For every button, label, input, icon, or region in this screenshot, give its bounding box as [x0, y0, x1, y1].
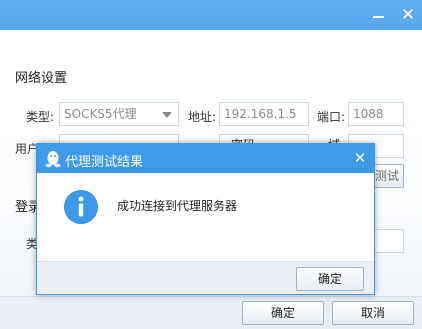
dialog-title: 代理测试结果 — [65, 155, 144, 170]
address-label: 地址: — [188, 110, 217, 124]
ok-button[interactable]: 确定 — [242, 301, 324, 325]
proxy-type-value: SOCKS5代理 — [64, 107, 137, 121]
chevron-down-icon — [162, 112, 172, 118]
proxy-type-label: 类型: — [26, 110, 55, 124]
dialog-titlebar: 代理测试结果 ✕ — [37, 144, 374, 173]
window-footer: 确定 取消 — [0, 296, 422, 329]
qq-penguin-icon — [45, 151, 61, 168]
cancel-button[interactable]: 取消 — [332, 301, 414, 325]
info-icon — [64, 190, 98, 224]
window-titlebar: ✕ — [0, 0, 422, 30]
dialog-close-button[interactable]: ✕ — [351, 149, 369, 167]
network-section-title: 网络设置 — [15, 71, 68, 86]
dialog-message: 成功连接到代理服务器 — [117, 199, 238, 213]
minimize-button[interactable] — [368, 4, 390, 26]
proxy-type-select[interactable]: SOCKS5代理 — [59, 102, 179, 126]
proxy-test-dialog: 代理测试结果 ✕ 成功连接到代理服务器 确定 — [36, 143, 375, 295]
port-label: 端口: — [317, 110, 346, 124]
minimize-icon — [373, 16, 384, 18]
close-button[interactable]: ✕ — [397, 4, 419, 26]
dialog-ok-button[interactable]: 确定 — [296, 267, 364, 291]
dialog-footer: 确定 — [37, 261, 374, 294]
port-input[interactable]: 1088 — [348, 102, 404, 126]
address-input[interactable]: 192.168.1.5 — [219, 102, 309, 126]
